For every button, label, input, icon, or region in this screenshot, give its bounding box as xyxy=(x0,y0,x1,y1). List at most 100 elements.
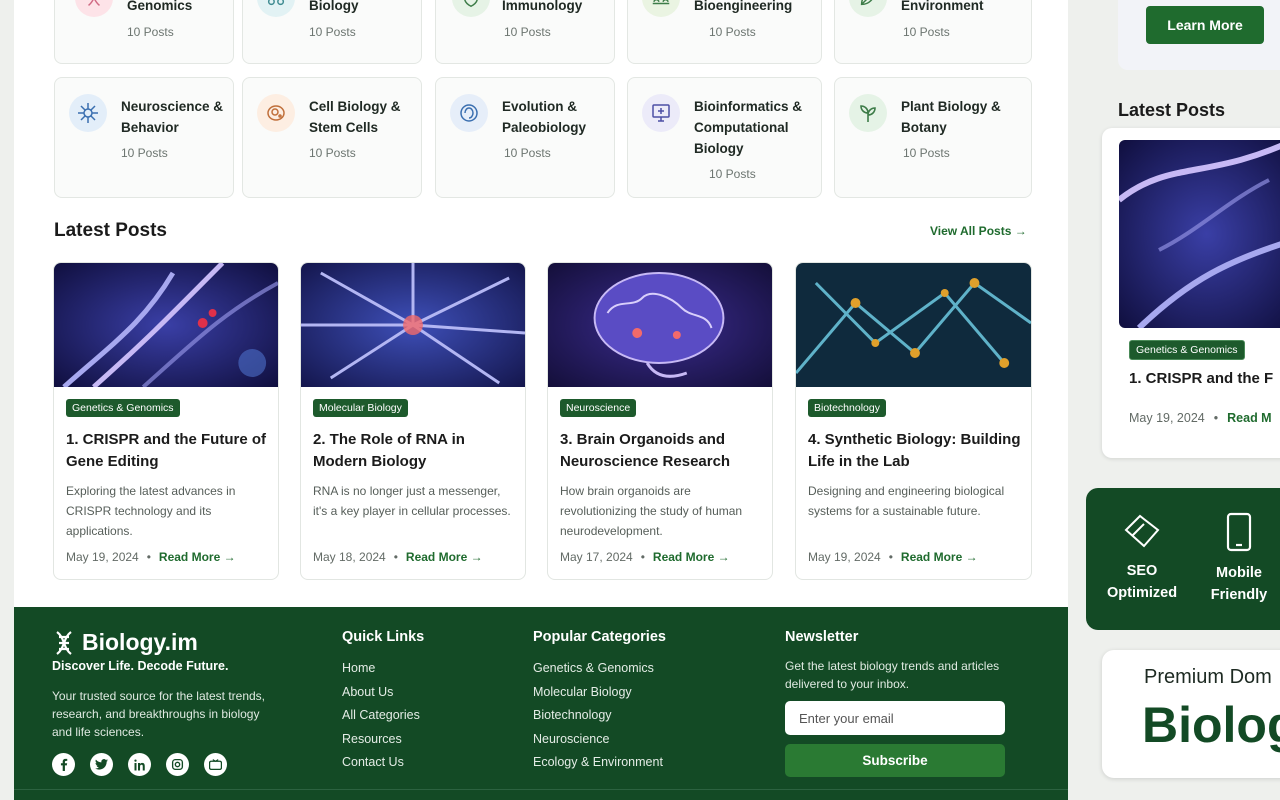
post-date: May 19, 2024 xyxy=(66,550,139,564)
post-image-brain xyxy=(548,263,772,387)
post-tag[interactable]: Genetics & Genomics xyxy=(66,399,180,417)
post-title[interactable]: 4. Synthetic Biology: Building Life in t… xyxy=(808,429,1021,473)
post-excerpt: How brain organoids are revolutionizing … xyxy=(560,484,743,538)
youtube-icon[interactable] xyxy=(204,753,227,776)
category-name: Biology xyxy=(309,0,359,13)
seo-icon xyxy=(1124,514,1160,548)
read-more-link[interactable]: Read More → xyxy=(406,550,483,564)
footer-link-about[interactable]: About Us xyxy=(342,681,424,705)
sidebar-post-card[interactable]: Genetics & Genomics 1. CRISPR and the F … xyxy=(1102,128,1280,458)
post-card[interactable]: Molecular Biology 2. The Role of RNA in … xyxy=(300,262,526,580)
post-meta: May 18, 2024 • Read More → xyxy=(313,550,483,564)
category-card-bioengineering[interactable]: Bioengineering 10 Posts xyxy=(627,0,822,64)
footer-link-home[interactable]: Home xyxy=(342,657,424,681)
latest-posts-title: Latest Posts xyxy=(54,220,167,241)
sidebar-post-tag[interactable]: Genetics & Genomics xyxy=(1129,340,1245,360)
view-all-posts-link[interactable]: View All Posts → xyxy=(930,224,1027,238)
leaf-icon xyxy=(849,0,887,17)
linkedin-icon[interactable] xyxy=(128,753,151,776)
plant-icon xyxy=(849,94,887,132)
twitter-icon[interactable] xyxy=(90,753,113,776)
feature-seo-label: SEO Optimized xyxy=(1107,563,1177,601)
category-name: Cell Biology & Stem Cells xyxy=(309,99,401,135)
premium-domain-label: Premium Dom xyxy=(1144,666,1272,688)
category-count: 10 Posts xyxy=(309,146,356,160)
footer-category-link[interactable]: Molecular Biology xyxy=(533,681,666,705)
footer-logo[interactable]: Biology.im xyxy=(52,629,198,656)
learn-more-button[interactable]: Learn More xyxy=(1146,6,1264,44)
footer-link-resources[interactable]: Resources xyxy=(342,728,424,752)
category-card-genomics[interactable]: Genomics 10 Posts xyxy=(54,0,234,64)
feature-label-line: SEO xyxy=(1126,563,1158,579)
post-title[interactable]: 2. The Role of RNA in Modern Biology xyxy=(313,429,515,473)
sidebar-post-image xyxy=(1119,140,1280,328)
newsletter-email-input[interactable] xyxy=(785,701,1005,735)
facebook-icon[interactable] xyxy=(52,753,75,776)
features-panel: SEO Optimized Mobile Friendly xyxy=(1086,488,1280,630)
newsletter-title: Newsletter xyxy=(785,629,859,645)
post-date: May 17, 2024 xyxy=(560,550,633,564)
footer-logo-text: Biology.im xyxy=(82,629,198,655)
category-count: 10 Posts xyxy=(903,146,950,160)
sidebar-latest-title: Latest Posts xyxy=(1118,100,1226,120)
footer-category-link[interactable]: Genetics & Genomics xyxy=(533,657,666,681)
category-card-bioinformatics[interactable]: Bioinformatics & Computational Biology 1… xyxy=(627,77,822,198)
post-date: May 18, 2024 xyxy=(313,550,386,564)
post-title[interactable]: 1. CRISPR and the Future of Gene Editing xyxy=(66,429,268,473)
footer-category-link[interactable]: Ecology & Environment xyxy=(533,751,666,775)
read-more-link[interactable]: Read More → xyxy=(653,550,730,564)
sidebar-post-title[interactable]: 1. CRISPR and the F xyxy=(1129,370,1273,387)
post-card[interactable]: Neuroscience 3. Brain Organoids and Neur… xyxy=(547,262,773,580)
category-name: Genomics xyxy=(127,0,193,13)
post-excerpt: Exploring the latest advances in CRISPR … xyxy=(66,484,236,538)
post-tag[interactable]: Molecular Biology xyxy=(313,399,408,417)
subscribe-button[interactable]: Subscribe xyxy=(785,744,1005,777)
post-image-rna xyxy=(301,263,525,387)
post-excerpt: RNA is no longer just a messenger, it's … xyxy=(313,484,511,518)
quick-links-title: Quick Links xyxy=(342,629,425,645)
post-tag[interactable]: Neuroscience xyxy=(560,399,637,417)
read-more-link[interactable]: Read More → xyxy=(901,550,978,564)
post-card[interactable]: Biotechnology 4. Synthetic Biology: Buil… xyxy=(795,262,1032,580)
category-card-immunology[interactable]: Immunology 10 Posts xyxy=(435,0,615,64)
category-count: 10 Posts xyxy=(903,25,950,39)
footer-link-contact[interactable]: Contact Us xyxy=(342,751,424,775)
footer-category-link[interactable]: Neuroscience xyxy=(533,728,666,752)
footer-link-categories[interactable]: All Categories xyxy=(342,704,424,728)
category-name: Bioengineering xyxy=(694,0,793,13)
mobile-icon xyxy=(1226,512,1252,552)
feature-label-line: Mobile xyxy=(1216,565,1262,581)
post-meta: May 19, 2024 • Read More → xyxy=(808,550,978,564)
popular-categories-title: Popular Categories xyxy=(533,629,666,645)
sidebar-post-date: May 19, 2024 xyxy=(1129,411,1205,425)
sidebar-post-meta: May 19, 2024 • Read M xyxy=(1129,411,1272,425)
molecule-icon xyxy=(257,0,295,17)
category-card-evolution[interactable]: Evolution & Paleobiology 10 Posts xyxy=(435,77,615,198)
feature-seo: SEO Optimized xyxy=(1107,512,1177,604)
category-name: Bioinformatics & Computational Biology xyxy=(694,99,803,156)
category-card-environment[interactable]: Environment 10 Posts xyxy=(834,0,1032,64)
read-more-link[interactable]: Read More → xyxy=(159,550,236,564)
post-card[interactable]: Genetics & Genomics 1. CRISPR and the Fu… xyxy=(53,262,279,580)
dna-logo-icon xyxy=(56,630,72,655)
feature-label-line: Optimized xyxy=(1107,585,1178,601)
sidebar-read-more[interactable]: Read M xyxy=(1227,411,1271,425)
post-tag[interactable]: Biotechnology xyxy=(808,399,886,417)
category-count: 10 Posts xyxy=(121,146,168,160)
site-footer: Biology.im Discover Life. Decode Future.… xyxy=(14,607,1068,800)
computer-icon xyxy=(642,94,680,132)
category-card-plant-biology[interactable]: Plant Biology & Botany 10 Posts xyxy=(834,77,1032,198)
category-count: 10 Posts xyxy=(709,167,756,181)
sidebar-promo: Learn More xyxy=(1118,0,1280,70)
neuron-icon xyxy=(69,94,107,132)
footer-category-link[interactable]: Biotechnology xyxy=(533,704,666,728)
instagram-icon[interactable] xyxy=(166,753,189,776)
category-card-biology[interactable]: Biology 10 Posts xyxy=(242,0,422,64)
category-card-cell-biology[interactable]: Cell Biology & Stem Cells 10 Posts xyxy=(242,77,422,198)
category-card-neuroscience[interactable]: Neuroscience & Behavior 10 Posts xyxy=(54,77,234,198)
quick-links: Quick Links Home About Us All Categories… xyxy=(342,629,424,775)
post-title[interactable]: 3. Brain Organoids and Neuroscience Rese… xyxy=(560,429,762,473)
social-links xyxy=(52,753,227,776)
evolution-icon xyxy=(450,94,488,132)
post-excerpt: Designing and engineering biological sys… xyxy=(808,484,1005,518)
